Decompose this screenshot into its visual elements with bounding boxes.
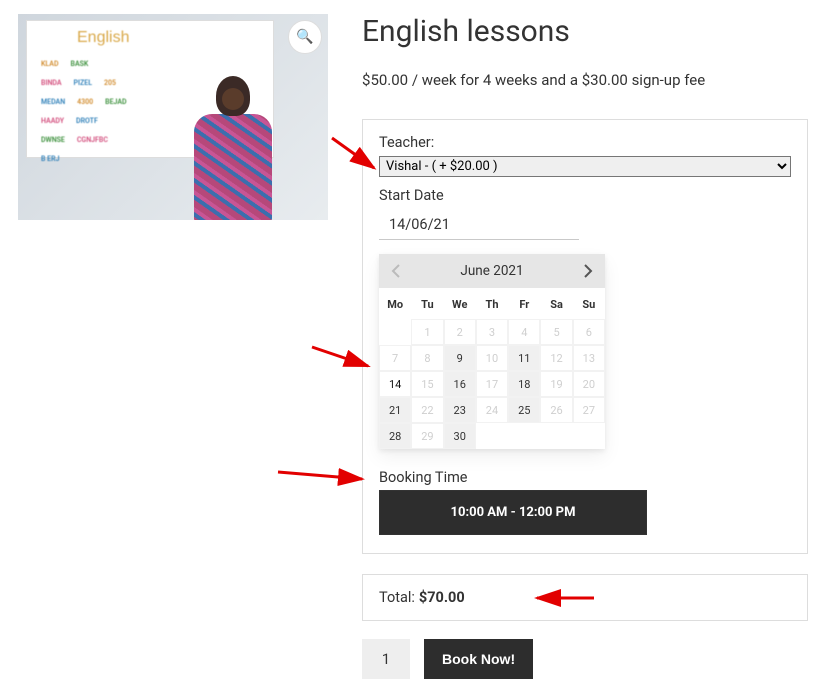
price-line: $50.00 / week for 4 weeks and a $30.00 s… bbox=[362, 71, 808, 89]
calendar-dow: We bbox=[444, 288, 476, 319]
calendar-day[interactable]: 9 bbox=[444, 345, 476, 371]
calendar-day bbox=[573, 423, 605, 449]
calendar-day: 7 bbox=[379, 345, 411, 371]
calendar: June 2021 MoTuWeThFrSaSu 123456789101112… bbox=[379, 254, 605, 449]
calendar-next-icon[interactable] bbox=[579, 262, 597, 280]
calendar-day[interactable]: 25 bbox=[508, 397, 540, 423]
calendar-day: 19 bbox=[540, 371, 572, 397]
calendar-day bbox=[379, 319, 411, 345]
calendar-day[interactable]: 11 bbox=[508, 345, 540, 371]
calendar-day: 10 bbox=[476, 345, 508, 371]
product-image: English KLAD BASK BINDA PIZEL 205 MEDAN … bbox=[18, 14, 328, 220]
calendar-dow: Fr bbox=[508, 288, 540, 319]
calendar-day: 8 bbox=[411, 345, 443, 371]
calendar-day: 15 bbox=[411, 371, 443, 397]
start-date-input[interactable] bbox=[379, 208, 579, 240]
calendar-day bbox=[540, 423, 572, 449]
zoom-icon[interactable]: 🔍 bbox=[288, 20, 322, 54]
magnifier-icon: 🔍 bbox=[296, 29, 313, 45]
booking-panel: Teacher: Vishal - ( + $20.00 ) Start Dat… bbox=[362, 119, 808, 554]
calendar-day: 29 bbox=[411, 423, 443, 449]
calendar-prev-icon[interactable] bbox=[387, 262, 405, 280]
calendar-day[interactable]: 16 bbox=[444, 371, 476, 397]
calendar-day: 3 bbox=[476, 319, 508, 345]
calendar-dow: Sa bbox=[540, 288, 572, 319]
calendar-day[interactable]: 14 bbox=[379, 371, 411, 397]
calendar-day: 6 bbox=[573, 319, 605, 345]
total-value: $70.00 bbox=[419, 589, 465, 606]
time-slot-button[interactable]: 10:00 AM - 12:00 PM bbox=[379, 490, 647, 535]
calendar-day: 24 bbox=[476, 397, 508, 423]
calendar-day bbox=[508, 423, 540, 449]
calendar-day[interactable]: 30 bbox=[444, 423, 476, 449]
calendar-day[interactable]: 23 bbox=[444, 397, 476, 423]
calendar-day: 12 bbox=[540, 345, 572, 371]
calendar-day: 20 bbox=[573, 371, 605, 397]
calendar-title: June 2021 bbox=[405, 263, 579, 279]
calendar-day: 5 bbox=[540, 319, 572, 345]
calendar-day: 26 bbox=[540, 397, 572, 423]
whiteboard-title: English bbox=[77, 29, 129, 47]
calendar-dow: Tu bbox=[411, 288, 443, 319]
calendar-dow: Su bbox=[573, 288, 605, 319]
booking-time-label: Booking Time bbox=[379, 469, 791, 486]
calendar-day: 27 bbox=[573, 397, 605, 423]
total-label: Total: bbox=[379, 589, 415, 606]
calendar-dow: Th bbox=[476, 288, 508, 319]
calendar-day: 22 bbox=[411, 397, 443, 423]
calendar-day: 4 bbox=[508, 319, 540, 345]
calendar-day: 1 bbox=[411, 319, 443, 345]
calendar-day[interactable]: 18 bbox=[508, 371, 540, 397]
calendar-day: 13 bbox=[573, 345, 605, 371]
page-title: English lessons bbox=[362, 14, 808, 49]
start-date-label: Start Date bbox=[379, 187, 791, 204]
total-box: Total: $70.00 bbox=[362, 574, 808, 621]
book-now-button[interactable]: Book Now! bbox=[424, 639, 533, 679]
calendar-day[interactable]: 28 bbox=[379, 423, 411, 449]
teacher-label: Teacher: bbox=[379, 134, 791, 151]
calendar-day: 17 bbox=[476, 371, 508, 397]
teacher-select[interactable]: Vishal - ( + $20.00 ) bbox=[379, 156, 791, 177]
quantity-input[interactable] bbox=[362, 639, 410, 679]
calendar-dow: Mo bbox=[379, 288, 411, 319]
calendar-day[interactable]: 21 bbox=[379, 397, 411, 423]
calendar-day bbox=[476, 423, 508, 449]
calendar-day: 2 bbox=[444, 319, 476, 345]
